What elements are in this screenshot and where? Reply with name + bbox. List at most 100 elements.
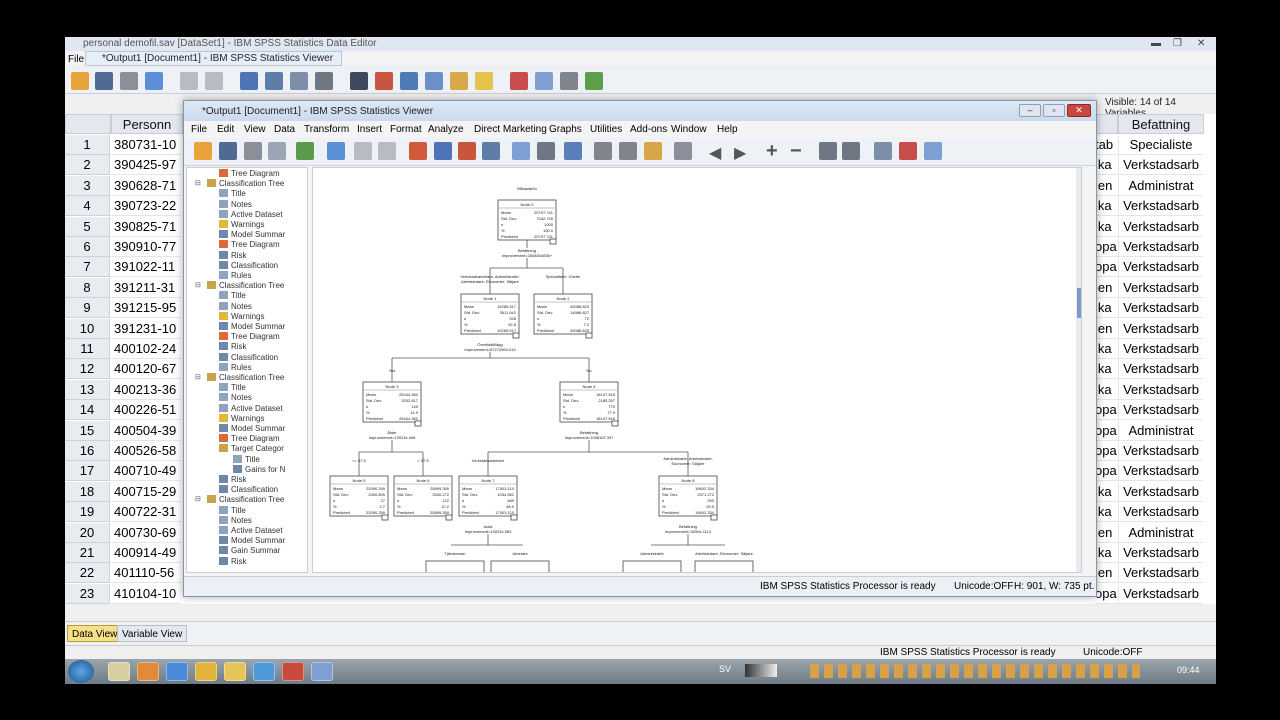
insert-cases-icon[interactable] [315,72,333,90]
cell-personnr[interactable]: 391231-10 [111,319,181,339]
minimize-icon[interactable]: ▬ [1151,38,1161,49]
cell-personnr[interactable]: 390825-71 [111,217,181,237]
cell-befattning[interactable]: Verkstadsarb [1118,298,1203,319]
outline-item[interactable]: Gain Summar [219,546,280,555]
content-scroll-thumb[interactable] [1077,288,1081,318]
outline-item[interactable]: Risk [219,342,247,351]
cell-region[interactable]: ika [1095,298,1118,319]
cell-befattning[interactable]: Verkstadsarb [1118,277,1203,298]
signal-icon[interactable] [745,664,777,677]
explorer-icon[interactable] [108,662,130,681]
collapse-toggle-icon[interactable]: ⊟ [195,495,201,503]
maximize-icon[interactable]: ❐ [1173,38,1182,49]
row-number[interactable]: 4 [65,196,110,217]
viewer-menu-graphs[interactable]: Graphs [549,124,582,135]
viewer-menu-format[interactable]: Format [390,124,422,135]
find-icon[interactable] [350,72,368,90]
weight-cases-icon[interactable] [450,72,468,90]
cell-region[interactable]: opa [1095,441,1118,461]
goto-data-icon[interactable] [409,142,427,160]
viewer-menu-edit[interactable]: Edit [217,124,234,135]
row-number[interactable]: 9 [65,298,110,319]
insert-text-icon[interactable] [899,142,917,160]
dialog-recall-icon[interactable] [145,72,163,90]
outline-item[interactable]: Active Dataset [219,209,283,219]
cell-personnr[interactable]: 380731-10 [111,135,181,155]
outline-item[interactable]: Warnings [219,413,265,423]
value-labels-icon[interactable] [510,72,528,90]
cell-region[interactable]: ika [1095,380,1118,400]
tree-node-partial[interactable] [694,560,754,573]
outline-item[interactable]: Tree Diagram [219,240,280,249]
row-number[interactable]: 13 [65,379,110,400]
tree-node[interactable]: Node 5 Mean 22090.259 Std. Dev. 2400.805 n 27%… [329,475,389,521]
viewer-maximize-icon[interactable]: ▫ [1043,104,1065,117]
ie-icon[interactable] [166,662,188,681]
outline-item[interactable]: Classification [219,352,278,362]
language-indicator[interactable]: SV [719,664,731,674]
outline-item[interactable]: Classification Tree [207,373,284,382]
tree-node[interactable]: Node 3 Mean 25444.362 Std. Dev. 3332.817 n 149… [362,381,422,427]
chrome-icon[interactable] [195,662,217,681]
cell-befattning[interactable]: Verkstadsarb [1118,155,1203,176]
tree-node[interactable]: Node 1 Mean 19285.517 Std. Dev. 3611.642 n 928… [460,293,520,339]
export-icon[interactable] [296,142,314,160]
tree-node[interactable]: Node 8 Mean 19602.334 Std. Dev. 2371.272 n 290… [658,475,718,521]
node-collapse-icon[interactable] [512,332,520,339]
cell-personnr[interactable]: 400102-24 [111,339,181,359]
cell-personnr[interactable]: 400730-69 [111,523,181,543]
tree-diagram[interactable]: Node 0 Mean 20797.741 Std. Dev. 7042.745 n 100… [313,168,1082,573]
insert-title-icon[interactable] [874,142,892,160]
outline-item[interactable]: Rules [219,271,251,280]
cell-personnr[interactable]: 400914-49 [111,543,181,563]
viewer-menu-file[interactable]: File [191,124,207,135]
outline-item[interactable]: Active Dataset [219,526,283,535]
outline-item[interactable]: Risk [219,556,247,566]
save-icon[interactable] [95,72,113,90]
column-header-personnr[interactable]: Personn [111,114,183,134]
collapse-icon[interactable]: − [790,140,802,163]
cell-befattning[interactable]: Verkstadsarb [1118,543,1203,563]
row-number[interactable]: 23 [65,583,110,604]
tree-node-partial[interactable] [490,560,550,573]
cell-region[interactable]: ien [1095,278,1118,298]
cell-befattning[interactable]: Verkstadsarb [1118,359,1203,380]
row-number[interactable]: 15 [65,420,110,441]
cell-region[interactable]: ika [1095,502,1118,523]
content-vertical-scrollbar[interactable] [1076,168,1081,572]
cell-region[interactable]: opa [1095,461,1118,482]
viewer-goto-variable-icon[interactable] [458,142,476,160]
print-preview-icon[interactable] [268,142,286,160]
collapse-toggle-icon[interactable]: ⊟ [195,373,201,381]
cell-personnr[interactable]: 390910-77 [111,237,181,257]
node-collapse-icon[interactable] [549,238,557,245]
outline-item[interactable]: Tree Diagram [219,434,280,443]
output-viewer-window[interactable]: *Output1 [Document1] - IBM SPSS Statisti… [183,100,1097,597]
viewer-goto-case-icon[interactable] [434,142,452,160]
cell-personnr[interactable]: 401110-56 [111,563,181,584]
cell-region[interactable]: ika [1095,155,1118,176]
close-icon[interactable]: ✕ [1197,38,1205,49]
goto-variable-icon[interactable] [265,72,283,90]
viewer-dialog-recall-icon[interactable] [327,142,345,160]
start-button[interactable] [68,660,94,683]
viewer-menu-help[interactable]: Help [717,124,738,135]
show-icon[interactable] [819,142,837,160]
row-number[interactable]: 10 [65,318,110,339]
use-variable-sets-icon[interactable] [512,142,530,160]
cell-personnr[interactable]: 400213-36 [111,380,181,400]
cell-personnr[interactable]: 400710-49 [111,461,181,482]
outline-item[interactable]: Risk [219,475,247,484]
outline-item[interactable]: Warnings [219,220,265,229]
outline-item[interactable]: Model Summar [219,322,285,331]
cell-region[interactable]: opa [1095,257,1118,278]
viewer-menu-direct-marketing[interactable]: Direct Marketing [474,124,547,135]
cell-region[interactable]: ika [1095,359,1118,380]
insert-heading-icon[interactable] [644,142,662,160]
cell-personnr[interactable]: 400715-29 [111,482,181,502]
outline-item[interactable]: Notes [219,199,252,209]
outline-item[interactable]: Title [219,505,246,515]
cell-befattning[interactable]: Verkstadsarb [1118,237,1203,257]
tree-node-partial[interactable] [622,560,682,573]
tree-node[interactable]: Node 4 Mean 18107.518 Std. Dev. 2185.257 n 779… [559,381,619,427]
